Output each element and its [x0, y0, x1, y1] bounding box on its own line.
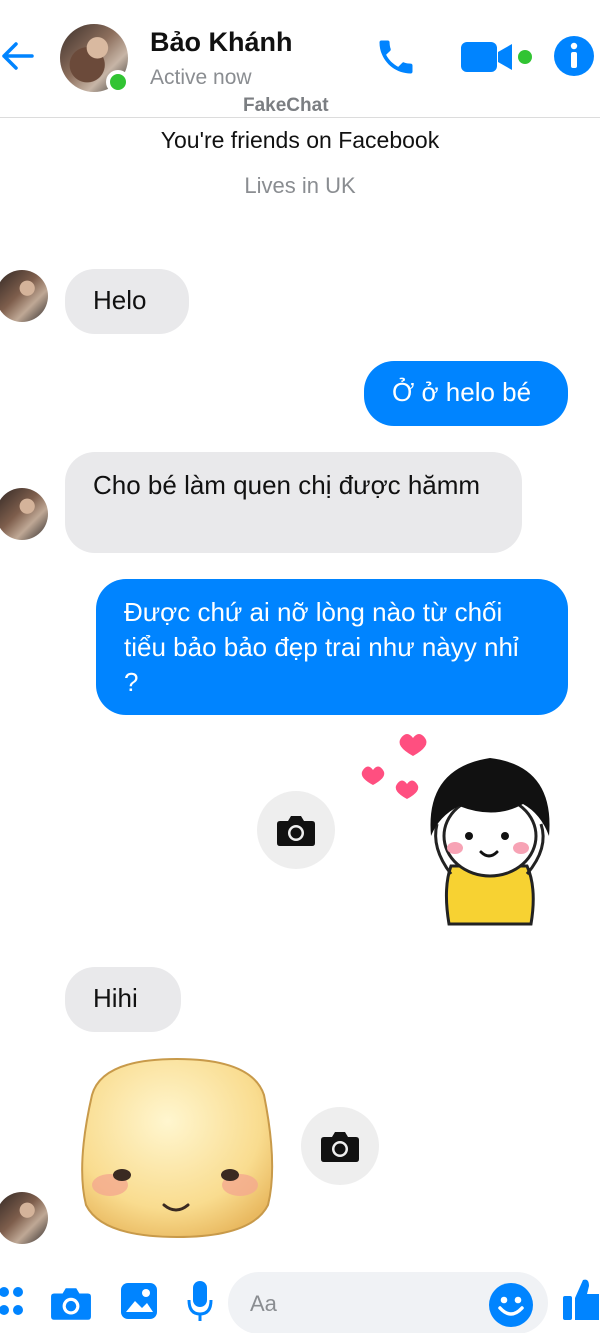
- back-arrow-icon[interactable]: [0, 36, 40, 76]
- contact-status: Active now: [150, 66, 252, 89]
- message-incoming[interactable]: Hihi: [65, 967, 181, 1032]
- camera-icon: [321, 1132, 359, 1162]
- camera-icon[interactable]: [50, 1284, 92, 1322]
- sender-avatar[interactable]: [0, 270, 48, 322]
- save-sticker-button[interactable]: [301, 1107, 379, 1185]
- app-watermark: FakeChat: [243, 95, 329, 116]
- contact-name[interactable]: Bảo Khánh: [150, 27, 293, 58]
- sender-avatar[interactable]: [0, 1192, 48, 1244]
- video-camera-icon[interactable]: [460, 40, 536, 74]
- phone-icon[interactable]: [374, 35, 418, 79]
- photo-icon[interactable]: [120, 1282, 158, 1320]
- message-incoming[interactable]: Helo: [65, 269, 189, 334]
- message-composer: Aa: [0, 1262, 600, 1333]
- location-notice: Lives in UK: [244, 173, 356, 198]
- info-icon[interactable]: [553, 35, 595, 77]
- thumbs-up-icon[interactable]: [563, 1276, 600, 1322]
- friends-notice: You're friends on Facebook: [160, 127, 440, 153]
- message-outgoing[interactable]: Được chứ ai nỡ lòng nào từ chối tiểu bảo…: [96, 579, 568, 715]
- sender-avatar[interactable]: [0, 488, 48, 540]
- blushing-face-sticker[interactable]: [72, 1055, 282, 1240]
- contact-avatar[interactable]: [60, 24, 130, 94]
- emoji-icon[interactable]: [488, 1282, 534, 1328]
- microphone-icon[interactable]: [187, 1280, 213, 1324]
- message-input-placeholder: Aa: [250, 1291, 277, 1316]
- message-input[interactable]: Aa: [228, 1272, 548, 1333]
- girl-hearts-sticker[interactable]: [355, 728, 565, 933]
- online-indicator: [106, 70, 130, 94]
- camera-icon: [277, 816, 315, 846]
- menu-dots-icon[interactable]: [0, 1284, 24, 1324]
- message-incoming[interactable]: Cho bé làm quen chị được hămm: [65, 452, 522, 553]
- save-sticker-button[interactable]: [257, 791, 335, 869]
- message-outgoing[interactable]: Ở ở helo bé: [364, 361, 568, 426]
- chat-header: Bảo Khánh Active now FakeChat: [0, 0, 600, 118]
